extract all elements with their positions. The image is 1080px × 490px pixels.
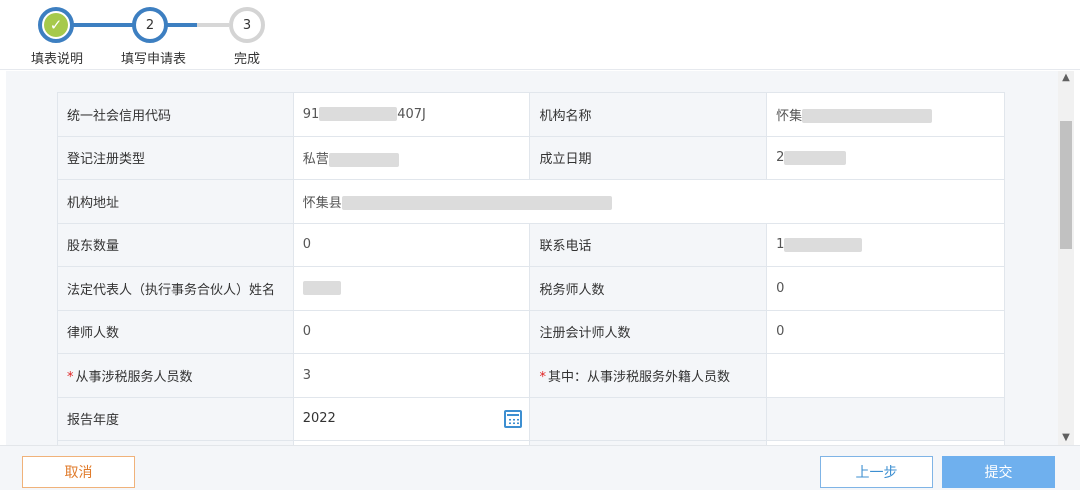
est-date-value: 2	[776, 150, 785, 166]
step-connector-1	[73, 23, 133, 27]
redacted-mask	[341, 196, 612, 211]
table-row: 法定代表人（执行事务合伙人）姓名 税务师人数 0	[57, 266, 1005, 311]
report-year-picker[interactable]: 2022	[302, 409, 523, 428]
calendar-grid	[508, 417, 520, 425]
foreign-staff-input[interactable]	[766, 353, 1005, 398]
footer-bar: 取消 上一步 提交	[0, 445, 1080, 490]
tax-agents-label: 税务师人数	[529, 266, 768, 311]
foreign-staff-label-cell: * 其中：从事涉税服务外籍人员数	[529, 353, 768, 398]
step-1-circle: ✓	[38, 7, 74, 43]
step-3-label: 完成	[234, 52, 261, 67]
est-date-field[interactable]: 2	[766, 135, 1005, 180]
table-row: 登记注册类型 私营 成立日期 2	[57, 135, 1005, 180]
step-connector-2-progress	[167, 23, 197, 27]
unified-code-end: 407J	[397, 106, 426, 122]
submit-button[interactable]: 提交	[942, 456, 1055, 488]
org-name-field[interactable]: 怀集	[766, 92, 1005, 137]
cpa-label: 注册会计师人数	[529, 309, 768, 354]
step-3-circle: 3	[229, 7, 265, 43]
tax-staff-label: 从事涉税服务人员数	[75, 369, 193, 385]
address-field[interactable]: 怀集县	[292, 179, 1006, 224]
previous-step-button[interactable]: 上一步	[820, 456, 933, 488]
unified-code-start: 91	[302, 106, 320, 122]
required-marker: *	[539, 369, 546, 385]
org-name-value: 怀集	[776, 108, 803, 124]
lawyers-value[interactable]: 0	[292, 309, 531, 354]
table-row: 报告年度 2022	[57, 396, 1005, 441]
step-1-label: 填表说明	[31, 52, 84, 67]
application-form-table: 统一社会信用代码 91 407J 机构名称 怀集 登记注册类型 私营 成立日期 2…	[57, 92, 1006, 445]
redacted-mask	[302, 281, 341, 296]
scrollbar-thumb[interactable]	[1060, 121, 1072, 249]
empty-value-cell	[766, 396, 1005, 441]
table-row: 律师人数 0 注册会计师人数 0	[57, 309, 1005, 354]
lawyers-label: 律师人数	[57, 309, 294, 354]
tax-agents-value[interactable]: 0	[766, 266, 1005, 311]
address-label: 机构地址	[57, 179, 294, 224]
redacted-mask	[802, 109, 933, 124]
reg-type-field[interactable]: 私营	[292, 135, 531, 180]
redacted-mask	[784, 237, 863, 252]
legal-rep-label: 法定代表人（执行事务合伙人）姓名	[57, 266, 294, 311]
progress-stepper: ✓ 2 3 填表说明 填写申请表 完成	[0, 0, 1080, 70]
unified-code-label: 统一社会信用代码	[57, 92, 294, 137]
phone-value: 1	[776, 237, 785, 253]
reg-type-value: 私营	[302, 152, 329, 168]
step-connector-2-remaining	[197, 23, 229, 27]
form-content-area: 统一社会信用代码 91 407J 机构名称 怀集 登记注册类型 私营 成立日期 2…	[6, 71, 1058, 445]
step-2-label: 填写申请表	[121, 52, 187, 67]
redacted-mask	[784, 150, 847, 165]
est-date-label: 成立日期	[529, 135, 768, 180]
report-year-field[interactable]: 2022	[292, 396, 531, 441]
report-year-value: 2022	[302, 411, 336, 427]
unified-code-field[interactable]: 91 407J	[292, 92, 531, 137]
phone-label: 联系电话	[529, 222, 768, 267]
empty-label-cell	[529, 396, 768, 441]
redacted-mask	[319, 107, 398, 122]
tax-staff-label-cell: * 从事涉税服务人员数	[57, 353, 294, 398]
report-year-label: 报告年度	[57, 396, 294, 441]
vertical-scrollbar[interactable]: ▲ ▼	[1058, 71, 1074, 445]
foreign-staff-label: 其中：从事涉税服务外籍人员数	[547, 369, 730, 385]
redacted-mask	[328, 152, 399, 167]
table-row: 统一社会信用代码 91 407J 机构名称 怀集	[57, 92, 1005, 137]
step-2-circle: 2	[132, 7, 168, 43]
legal-rep-field[interactable]	[292, 266, 531, 311]
phone-field[interactable]: 1	[766, 222, 1005, 267]
calendar-icon[interactable]	[504, 409, 523, 428]
tax-staff-input[interactable]: 3	[292, 353, 531, 398]
scroll-down-arrow-icon[interactable]: ▼	[1058, 431, 1074, 445]
org-name-label: 机构名称	[529, 92, 768, 137]
cpa-value[interactable]: 0	[766, 309, 1005, 354]
scroll-up-arrow-icon[interactable]: ▲	[1058, 71, 1074, 85]
reg-type-label: 登记注册类型	[57, 135, 294, 180]
address-value: 怀集县	[302, 195, 342, 211]
table-row: * 从事涉税服务人员数 3 * 其中：从事涉税服务外籍人员数	[57, 353, 1005, 398]
required-marker: *	[67, 369, 74, 385]
shareholders-value[interactable]: 0	[292, 222, 531, 267]
table-row: 机构地址 怀集县	[57, 179, 1006, 224]
table-row: 股东数量 0 联系电话 1	[57, 222, 1005, 267]
shareholders-label: 股东数量	[57, 222, 294, 267]
check-icon: ✓	[44, 13, 68, 37]
cancel-button[interactable]: 取消	[22, 456, 135, 488]
